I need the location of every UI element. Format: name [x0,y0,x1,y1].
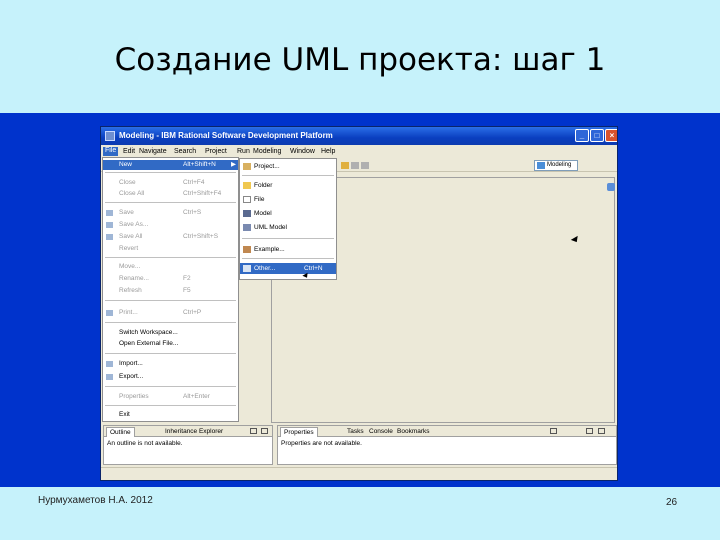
menu-separator [105,405,236,406]
save-all-icon [106,234,113,240]
minimize-view-icon[interactable] [250,428,257,434]
slide-title: Создание UML проекта: шаг 1 [114,42,606,78]
menu-separator [105,257,236,258]
menu-separator [105,322,236,323]
menu-separator [242,238,334,239]
model-icon [243,210,251,217]
file-menu-move[interactable]: Move... [103,262,238,272]
status-bar [101,467,617,480]
tab-inheritance-explorer[interactable]: Inheritance Explorer [162,427,226,437]
new-folder-item[interactable]: Folder [240,180,336,191]
file-menu-close[interactable]: Close Ctrl+F4 [103,178,238,188]
other-wizard-icon [243,265,251,272]
tab-outline[interactable]: Outline [106,427,135,437]
forward-icon[interactable] [351,162,359,169]
menu-bar: File Edit Navigate Search Project Run Mo… [101,146,617,157]
menu-search[interactable]: Search [174,148,196,155]
file-menu-properties[interactable]: Properties Alt+Enter [103,392,238,402]
file-menu-save-as[interactable]: Save As... [103,220,238,230]
new-uml-model-item[interactable]: UML Model [240,222,336,233]
outline-view-tabs: Outline Inheritance Explorer [104,426,272,437]
menu-separator [105,353,236,354]
perspective-switcher[interactable]: Modeling [534,160,578,171]
export-icon [106,374,113,380]
print-icon [106,310,113,316]
minimize-button[interactable]: _ [575,129,589,142]
save-icon [106,210,113,216]
eclipse-window: Modeling - IBM Rational Software Develop… [100,126,618,481]
close-button[interactable]: × [605,129,617,142]
page-number: 26 [666,497,678,508]
submenu-arrow-icon: ▶ [231,161,236,168]
tab-tasks[interactable]: Tasks [344,427,367,437]
properties-message: Properties are not available. [281,440,362,447]
file-menu-refresh[interactable]: Refresh F5 [103,286,238,296]
new-example-item[interactable]: Example... [240,244,336,255]
menu-separator [105,202,236,203]
menu-separator [105,300,236,301]
app-icon [105,131,115,141]
tab-properties[interactable]: Properties [280,427,318,437]
menu-separator [242,258,334,259]
new-file-item[interactable]: File [240,194,336,205]
menu-separator [242,175,334,176]
file-menu-save[interactable]: Save Ctrl+S [103,208,238,218]
maximize-view-icon[interactable] [598,428,605,434]
file-menu-close-all[interactable]: Close All Ctrl+Shift+F4 [103,189,238,199]
outline-message: An outline is not available. [107,440,183,447]
file-menu-new[interactable]: New Alt+Shift+N ▶ [103,160,238,170]
project-icon [243,163,251,170]
new-other-item[interactable]: Other... Ctrl+N [240,263,336,274]
example-icon [243,246,251,253]
fast-view-icon[interactable] [607,183,615,191]
file-menu-import[interactable]: Import... [103,359,238,369]
properties-view: Properties Tasks Console Bookmarks Prope… [277,425,617,465]
new-project-item[interactable]: Project... [240,161,336,172]
modeling-perspective-icon [537,162,545,169]
outline-view: Outline Inheritance Explorer An outline … [103,425,273,465]
menu-navigate[interactable]: Navigate [139,148,167,155]
footer-author: Нурмухаметов Н.А. 2012 [38,495,153,506]
menu-project[interactable]: Project [205,148,227,155]
menu-file[interactable]: File [103,147,119,156]
window-title-bar[interactable]: Modeling - IBM Rational Software Develop… [101,127,617,145]
folder-icon [243,182,251,189]
menu-edit[interactable]: Edit [123,148,135,155]
back-icon[interactable] [341,162,349,169]
file-menu-dropdown: New Alt+Shift+N ▶ Close Ctrl+F4 Close Al… [102,157,239,422]
minimize-view-icon[interactable] [586,428,593,434]
window-title: Modeling - IBM Rational Software Develop… [119,131,333,140]
file-menu-print[interactable]: Print... Ctrl+P [103,308,238,318]
tab-bookmarks[interactable]: Bookmarks [394,427,433,437]
uml-model-icon [243,224,251,231]
perspective-label: Modeling [547,162,572,168]
menu-modeling[interactable]: Modeling [253,148,281,155]
import-icon [106,361,113,367]
file-icon [243,196,251,203]
menu-separator [105,386,236,387]
menu-separator [105,172,236,173]
save-as-icon [106,222,113,228]
maximize-view-icon[interactable] [261,428,268,434]
tab-console[interactable]: Console [366,427,396,437]
menu-help[interactable]: Help [321,148,335,155]
menu-window[interactable]: Window [290,148,315,155]
file-menu-switch-workspace[interactable]: Switch Workspace... [103,328,238,338]
file-menu-revert[interactable]: Revert [103,244,238,254]
menu-run[interactable]: Run [237,148,250,155]
file-menu-export[interactable]: Export... [103,372,238,382]
new-submenu: Project... Folder File Model UML Model E… [239,158,337,280]
view-menu-icon[interactable] [550,428,557,434]
file-menu-save-all[interactable]: Save All Ctrl+Shift+S [103,232,238,242]
new-model-item[interactable]: Model [240,208,336,219]
file-menu-exit[interactable]: Exit [103,410,238,420]
file-menu-rename[interactable]: Rename... F2 [103,274,238,284]
nav-icon[interactable] [361,162,369,169]
properties-view-tabs: Properties Tasks Console Bookmarks [278,426,616,437]
file-menu-open-external-file[interactable]: Open External File... [103,339,238,349]
maximize-button[interactable]: □ [590,129,604,142]
